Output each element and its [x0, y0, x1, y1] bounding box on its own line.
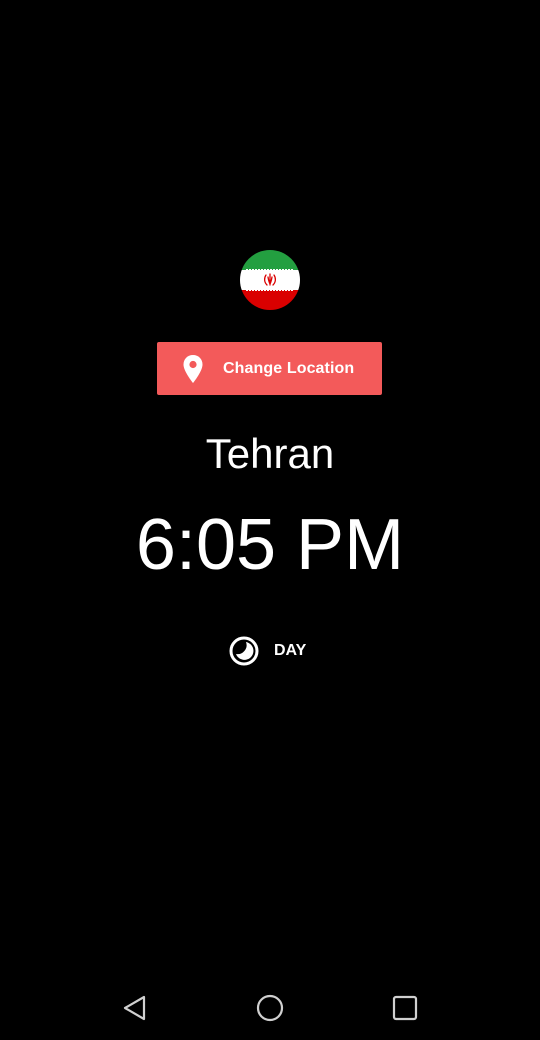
- flag-avatar: [240, 250, 300, 310]
- recents-square-icon[interactable]: [390, 993, 420, 1023]
- day-night-icon: [228, 635, 260, 667]
- iran-flag-icon: [240, 250, 300, 310]
- day-indicator: DAY: [228, 634, 306, 668]
- back-triangle-icon[interactable]: [120, 993, 150, 1023]
- day-label: DAY: [274, 642, 307, 659]
- home-circle-icon[interactable]: [255, 993, 285, 1023]
- change-location-label: Change Location: [223, 359, 355, 377]
- navigation-bar: [0, 975, 540, 1040]
- current-time: 6:05 PM: [135, 505, 405, 585]
- change-location-button[interactable]: Change Location: [157, 342, 382, 395]
- location-pin-icon: [181, 353, 205, 385]
- city-name: Tehran: [205, 430, 335, 477]
